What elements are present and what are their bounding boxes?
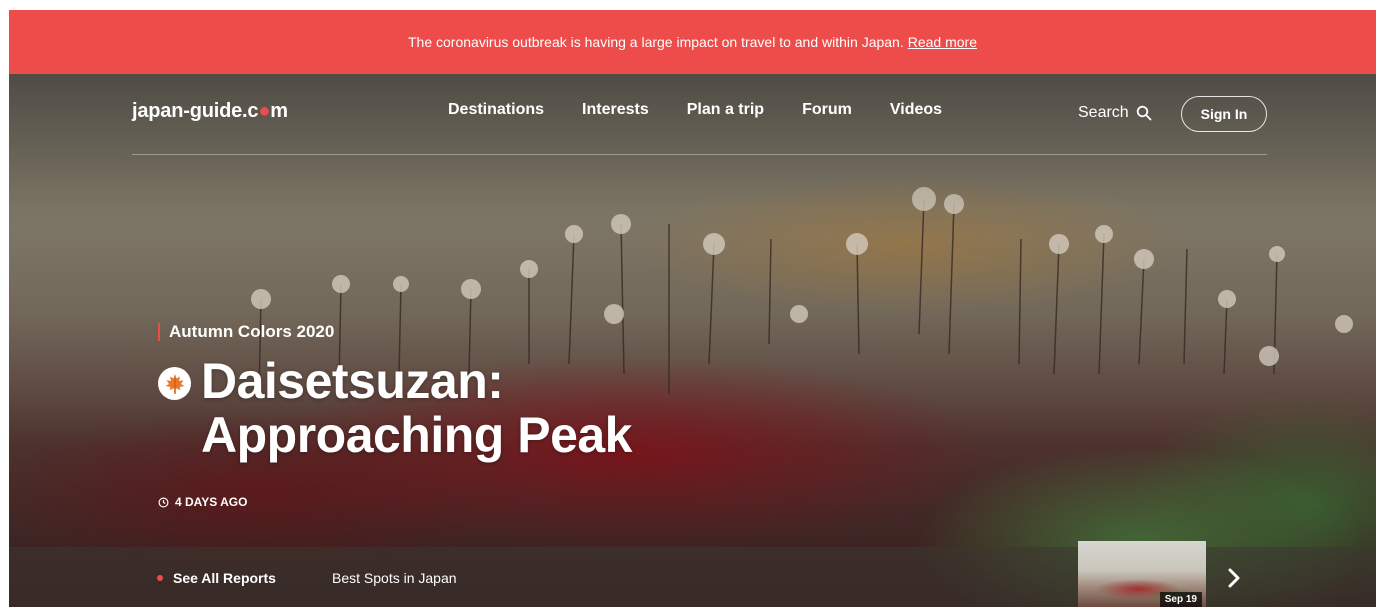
search-icon (1136, 105, 1152, 121)
search-button[interactable]: Search (1078, 104, 1152, 122)
logo-red-dot: ● (258, 100, 271, 122)
nav-item-videos[interactable]: Videos (890, 101, 942, 119)
time-ago-label: 4 DAYS AGO (175, 495, 248, 509)
bullet-dot-icon (157, 575, 163, 581)
clock-icon (158, 497, 169, 507)
nav-item-destinations[interactable]: Destinations (448, 101, 544, 119)
main-menu: Destinations Interests Plan a trip Forum… (448, 101, 942, 119)
hero-headline: Daisetsuzan: Approaching Peak (158, 353, 633, 463)
maple-leaf-icon (158, 367, 191, 400)
chevron-right-icon[interactable] (1223, 567, 1245, 589)
alert-banner: The coronavirus outbreak is having a lar… (9, 10, 1376, 74)
publish-time: 4 DAYS AGO (158, 495, 247, 509)
search-label: Search (1078, 104, 1129, 121)
see-all-reports-label: See All Reports (173, 570, 276, 586)
thumbnail-date: Sep 19 (1159, 592, 1202, 607)
hero-section: japan-guide.c●m Destinations Interests P… (9, 74, 1376, 607)
nav-divider (132, 154, 1267, 155)
headline-link[interactable]: Daisetsuzan: Approaching Peak (201, 353, 633, 463)
logo-text-end: m (270, 100, 288, 122)
headline-line-2: Approaching Peak (201, 407, 633, 463)
headline-line-1: Daisetsuzan: (201, 353, 504, 409)
report-thumbnail[interactable]: Sep 19 (1078, 541, 1206, 607)
site-logo[interactable]: japan-guide.c●m (132, 100, 288, 123)
read-more-link[interactable]: Read more (908, 34, 977, 50)
logo-text-start: japan-guide.c (132, 100, 259, 122)
reports-bar: See All Reports Best Spots in Japan Sep … (9, 541, 1376, 607)
nav-item-interests[interactable]: Interests (582, 101, 649, 119)
best-spots-link[interactable]: Best Spots in Japan (332, 570, 457, 586)
article-category[interactable]: Autumn Colors 2020 (158, 323, 334, 341)
sign-in-button[interactable]: Sign In (1181, 96, 1267, 132)
alert-message: The coronavirus outbreak is having a lar… (408, 34, 904, 50)
top-navigation: japan-guide.c●m Destinations Interests P… (9, 74, 1376, 156)
nav-item-plan-a-trip[interactable]: Plan a trip (687, 101, 764, 119)
see-all-reports-link[interactable]: See All Reports (157, 570, 276, 586)
nav-item-forum[interactable]: Forum (802, 101, 852, 119)
